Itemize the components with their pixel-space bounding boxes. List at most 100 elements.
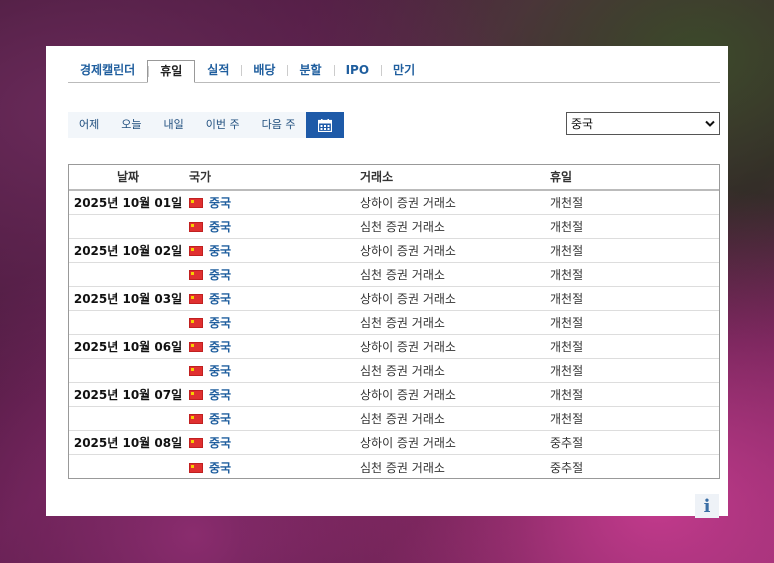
china-flag-icon — [189, 390, 203, 400]
row-country: 중국 — [187, 290, 360, 307]
row-country: 중국 — [187, 338, 360, 355]
row-exchange: 상하이 증권 거래소 — [360, 388, 456, 402]
row-holiday: 개천절 — [550, 196, 584, 210]
row-exchange: 상하이 증권 거래소 — [360, 244, 456, 258]
table-row: 2025년 10월 01일 중국 상하이 증권 거래소 개천절 — [69, 191, 719, 215]
tab-economic-calendar[interactable]: 경제캘린더 — [68, 60, 147, 82]
header-exchange: 거래소 — [360, 170, 394, 184]
row-country: 중국 — [187, 410, 360, 427]
row-holiday: 개천절 — [550, 292, 584, 306]
row-exchange: 상하이 증권 거래소 — [360, 196, 456, 210]
next-week-button[interactable]: 다음 주 — [251, 112, 307, 138]
date-range-bar: 어제 오늘 내일 이번 주 다음 주 — [68, 112, 345, 138]
china-flag-icon — [189, 414, 203, 424]
country-link[interactable]: 중국 — [209, 412, 231, 426]
calendar-tabs: 경제캘린더 휴일 실적 배당 분할 IPO 만기 — [68, 60, 720, 83]
country-link[interactable]: 중국 — [209, 268, 231, 282]
china-flag-icon — [189, 246, 203, 256]
yesterday-button[interactable]: 어제 — [68, 112, 110, 138]
chevron-down-icon — [705, 120, 715, 127]
country-link[interactable]: 중국 — [209, 316, 231, 330]
table-row: 중국 심천 증권 거래소 개천절 — [69, 359, 719, 383]
table-body: 2025년 10월 01일 중국 상하이 증권 거래소 개천절 중국 심천 증권… — [69, 191, 719, 479]
row-country: 중국 — [187, 434, 360, 451]
header-holiday: 휴일 — [550, 170, 573, 184]
tab-dividends[interactable]: 배당 — [241, 60, 287, 82]
row-country: 중국 — [187, 314, 360, 331]
row-holiday: 중추절 — [550, 460, 584, 475]
row-exchange: 상하이 증권 거래소 — [360, 436, 456, 450]
row-holiday: 개천절 — [550, 340, 584, 354]
country-select-value: 중국 — [571, 117, 594, 131]
row-exchange: 상하이 증권 거래소 — [360, 292, 456, 306]
row-country: 중국 — [187, 218, 360, 235]
table-row: 중국 심천 증권 거래소 개천절 — [69, 407, 719, 431]
china-flag-icon — [189, 222, 203, 232]
table-row: 중국 심천 증권 거래소 개천절 — [69, 263, 719, 287]
header-country: 국가 — [189, 170, 212, 184]
row-date: 2025년 10월 01일 — [73, 196, 183, 210]
row-exchange: 심천 증권 거래소 — [360, 412, 445, 426]
country-link[interactable]: 중국 — [209, 461, 231, 475]
country-link[interactable]: 중국 — [209, 292, 231, 306]
country-link[interactable]: 중국 — [209, 244, 231, 258]
china-flag-icon — [189, 318, 203, 328]
table-row: 중국 심천 증권 거래소 개천절 — [69, 215, 719, 239]
row-exchange: 심천 증권 거래소 — [360, 316, 445, 330]
table-row: 중국 심천 증권 거래소 중추절 — [69, 455, 719, 479]
row-holiday: 개천절 — [550, 412, 584, 426]
row-holiday: 개천절 — [550, 220, 584, 234]
country-link[interactable]: 중국 — [209, 340, 231, 354]
row-country: 중국 — [187, 242, 360, 259]
tab-earnings[interactable]: 실적 — [195, 60, 241, 82]
calendar-button[interactable] — [306, 112, 345, 138]
row-exchange: 심천 증권 거래소 — [360, 364, 445, 378]
table-row: 2025년 10월 08일 중국 상하이 증권 거래소 중추절 — [69, 431, 719, 455]
table-row: 2025년 10월 03일 중국 상하이 증권 거래소 개천절 — [69, 287, 719, 311]
table-header: 날짜 국가 거래소 휴일 — [69, 165, 719, 191]
header-date: 날짜 — [116, 170, 140, 184]
today-button[interactable]: 오늘 — [110, 112, 152, 138]
country-link[interactable]: 중국 — [209, 388, 231, 402]
table-row: 2025년 10월 07일 중국 상하이 증권 거래소 개천절 — [69, 383, 719, 407]
country-select[interactable]: 중국 — [566, 112, 720, 135]
country-link[interactable]: 중국 — [209, 196, 231, 210]
china-flag-icon — [189, 462, 203, 473]
row-date: 2025년 10월 02일 — [73, 244, 183, 258]
info-button[interactable]: i — [695, 494, 719, 518]
row-exchange: 상하이 증권 거래소 — [360, 340, 456, 354]
row-country: 중국 — [187, 459, 360, 476]
tomorrow-button[interactable]: 내일 — [153, 112, 195, 138]
table-row: 2025년 10월 02일 중국 상하이 증권 거래소 개천절 — [69, 239, 719, 263]
tab-splits[interactable]: 분할 — [287, 60, 333, 82]
row-date: 2025년 10월 08일 — [73, 436, 183, 450]
china-flag-icon — [189, 294, 203, 304]
row-country: 중국 — [187, 362, 360, 379]
row-holiday: 개천절 — [550, 268, 584, 282]
china-flag-icon — [189, 198, 203, 208]
row-holiday: 개천절 — [550, 388, 584, 402]
row-holiday: 개천절 — [550, 364, 584, 378]
tab-ipo[interactable]: IPO — [333, 60, 381, 82]
row-date: 2025년 10월 06일 — [73, 340, 183, 354]
row-exchange: 심천 증권 거래소 — [360, 220, 445, 234]
row-exchange: 심천 증권 거래소 — [360, 460, 445, 475]
china-flag-icon — [189, 342, 203, 352]
china-flag-icon — [189, 438, 203, 448]
country-link[interactable]: 중국 — [209, 436, 231, 450]
china-flag-icon — [189, 270, 203, 280]
row-holiday: 개천절 — [550, 244, 584, 258]
row-holiday: 중추절 — [550, 436, 584, 450]
row-country: 중국 — [187, 266, 360, 283]
this-week-button[interactable]: 이번 주 — [195, 112, 251, 138]
row-country: 중국 — [187, 194, 360, 211]
holiday-table: 날짜 국가 거래소 휴일 2025년 10월 01일 중국 상하이 증권 거래소… — [68, 164, 720, 479]
row-date: 2025년 10월 03일 — [73, 292, 183, 306]
row-exchange: 심천 증권 거래소 — [360, 268, 445, 282]
table-row: 중국 심천 증권 거래소 개천절 — [69, 311, 719, 335]
tab-holidays[interactable]: 휴일 — [147, 60, 196, 83]
country-link[interactable]: 중국 — [209, 220, 231, 234]
calendar-icon — [318, 118, 333, 132]
country-link[interactable]: 중국 — [209, 364, 231, 378]
tab-expiration[interactable]: 만기 — [381, 60, 427, 82]
